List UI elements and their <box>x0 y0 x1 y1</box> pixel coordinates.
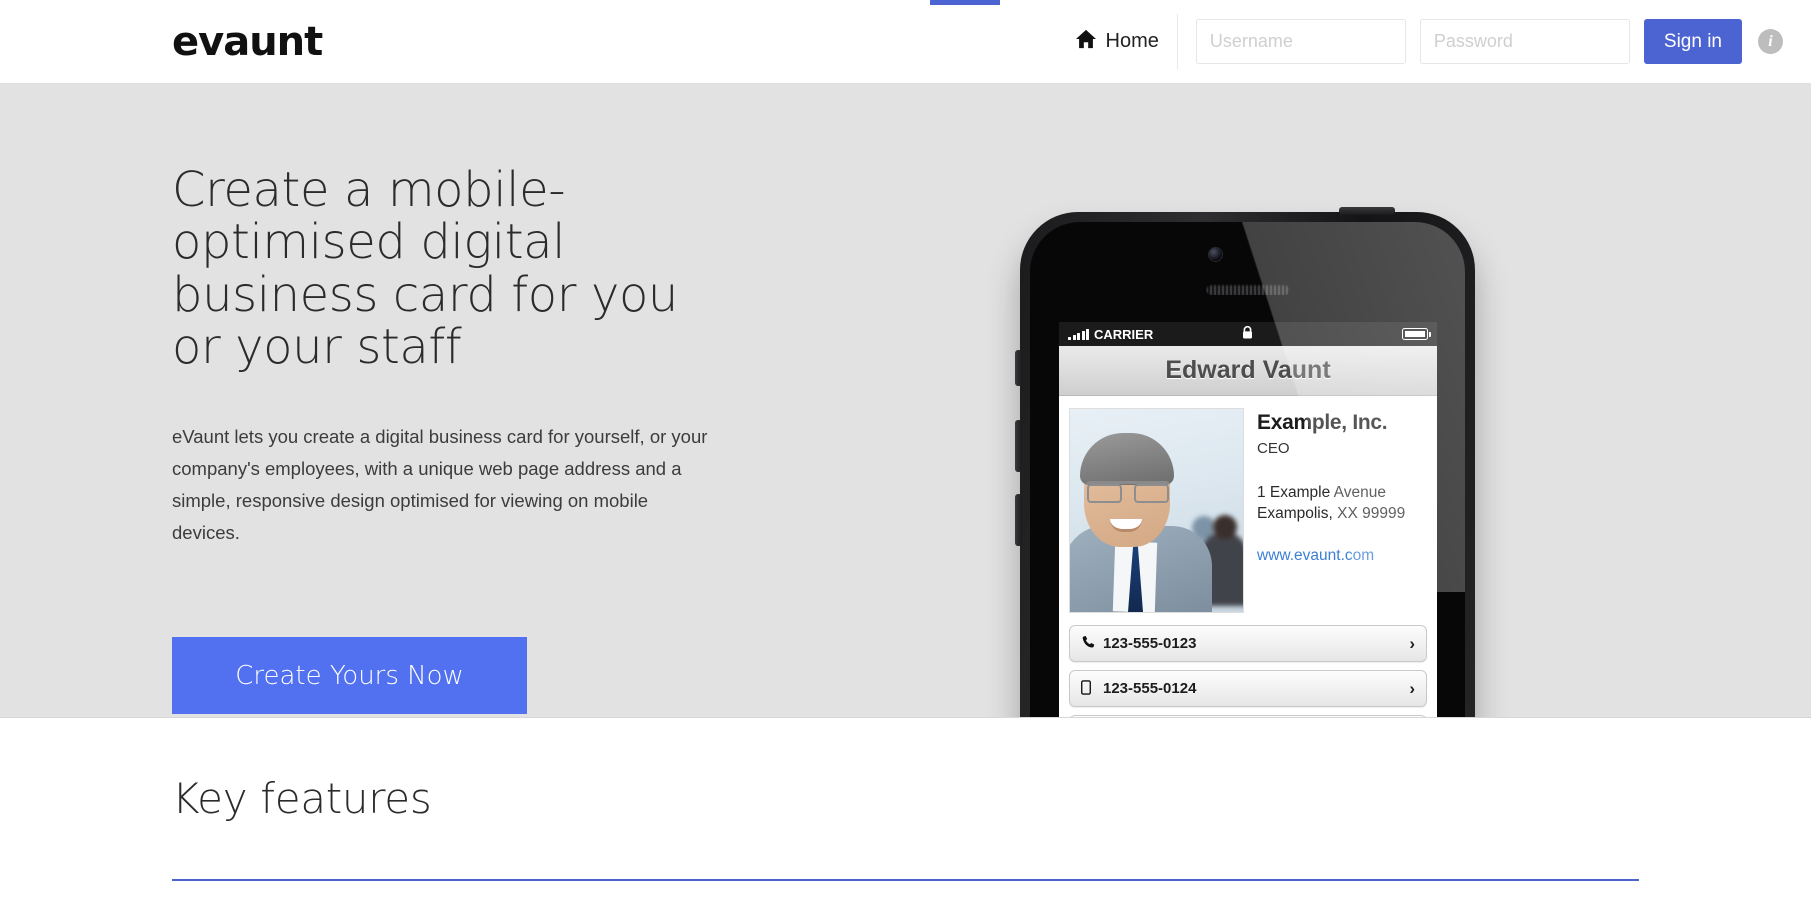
card-company: Example, Inc. <box>1257 411 1388 434</box>
contact-row-email[interactable]: edward.vaunt@evaunt.com › <box>1069 715 1427 717</box>
username-input[interactable] <box>1195 19 1406 64</box>
phone-screen: CARRIER Edward Vaunt Example, Inc. CEO 1… <box>1059 322 1437 717</box>
hero-body-text: eVaunt lets you create a digital busines… <box>172 426 708 543</box>
page-loading-bar <box>930 0 1000 5</box>
nav-divider <box>1176 13 1178 70</box>
card-contact-list: 123-555-0123 › 123-555-0124 › <box>1059 621 1437 717</box>
phone-volume-up-button[interactable] <box>1015 420 1022 472</box>
site-header: evaunt Home Sign in i <box>0 0 1811 84</box>
brand-logo[interactable]: evaunt <box>172 22 323 62</box>
create-yours-now-button[interactable]: Create Yours Now <box>172 637 527 714</box>
key-features-section: Key features <box>0 719 1811 881</box>
phone-icon <box>1081 635 1103 653</box>
sign-in-button[interactable]: Sign in <box>1643 19 1742 64</box>
chevron-right-icon: › <box>1409 678 1415 698</box>
nav-item-home[interactable]: Home <box>1069 29 1177 55</box>
phone-earpiece-speaker <box>1205 284 1290 295</box>
battery-icon <box>1402 328 1431 340</box>
primary-nav: Home Sign in i <box>1069 0 1783 83</box>
nav-item-home-label: Home <box>1105 30 1159 52</box>
card-name-header: Edward Vaunt <box>1059 346 1437 396</box>
contact-row-phone[interactable]: 123-555-0123 › <box>1069 625 1427 662</box>
card-address-line-1: 1 Example Avenue <box>1257 484 1386 501</box>
key-features-divider <box>172 879 1639 881</box>
password-input[interactable] <box>1419 19 1630 64</box>
lock-icon <box>1242 325 1253 342</box>
phone-power-button[interactable] <box>1339 207 1395 215</box>
card-job-title: CEO <box>1257 440 1290 457</box>
info-icon[interactable]: i <box>1758 29 1783 54</box>
phone-mute-switch[interactable] <box>1015 350 1022 386</box>
phone-status-bar: CARRIER <box>1059 322 1437 346</box>
contact-value: 123-555-0123 <box>1103 635 1197 652</box>
hero-copy-block: Create a mobile-optimised digital busine… <box>172 164 732 549</box>
home-icon <box>1075 29 1097 55</box>
signal-strength-icon <box>1068 328 1089 340</box>
phone-mockup: CARRIER Edward Vaunt Example, Inc. CEO 1… <box>1015 207 1475 717</box>
phone-front-camera-icon <box>1208 248 1222 261</box>
card-portrait-photo <box>1069 408 1244 613</box>
contact-value: 123-555-0124 <box>1103 680 1197 697</box>
mobile-icon <box>1081 679 1103 698</box>
card-address: 1 Example Avenue Exampolis, XX 99999 <box>1257 483 1427 525</box>
hero-headline: Create a mobile-optimised digital busine… <box>172 162 678 375</box>
carrier-label: CARRIER <box>1094 326 1154 342</box>
hero-section: Create a mobile-optimised digital busine… <box>0 84 1811 718</box>
phone-volume-down-button[interactable] <box>1015 494 1022 546</box>
card-details: Example, Inc. CEO 1 Example Avenue Examp… <box>1257 408 1427 613</box>
chevron-right-icon: › <box>1409 633 1415 653</box>
card-website-link[interactable]: www.evaunt.com <box>1257 547 1427 565</box>
contact-row-mobile[interactable]: 123-555-0124 › <box>1069 670 1427 707</box>
key-features-title: Key features <box>172 774 432 823</box>
card-address-line-2: Exampolis, XX 99999 <box>1257 504 1406 522</box>
card-top-section: Example, Inc. CEO 1 Example Avenue Examp… <box>1059 396 1437 621</box>
